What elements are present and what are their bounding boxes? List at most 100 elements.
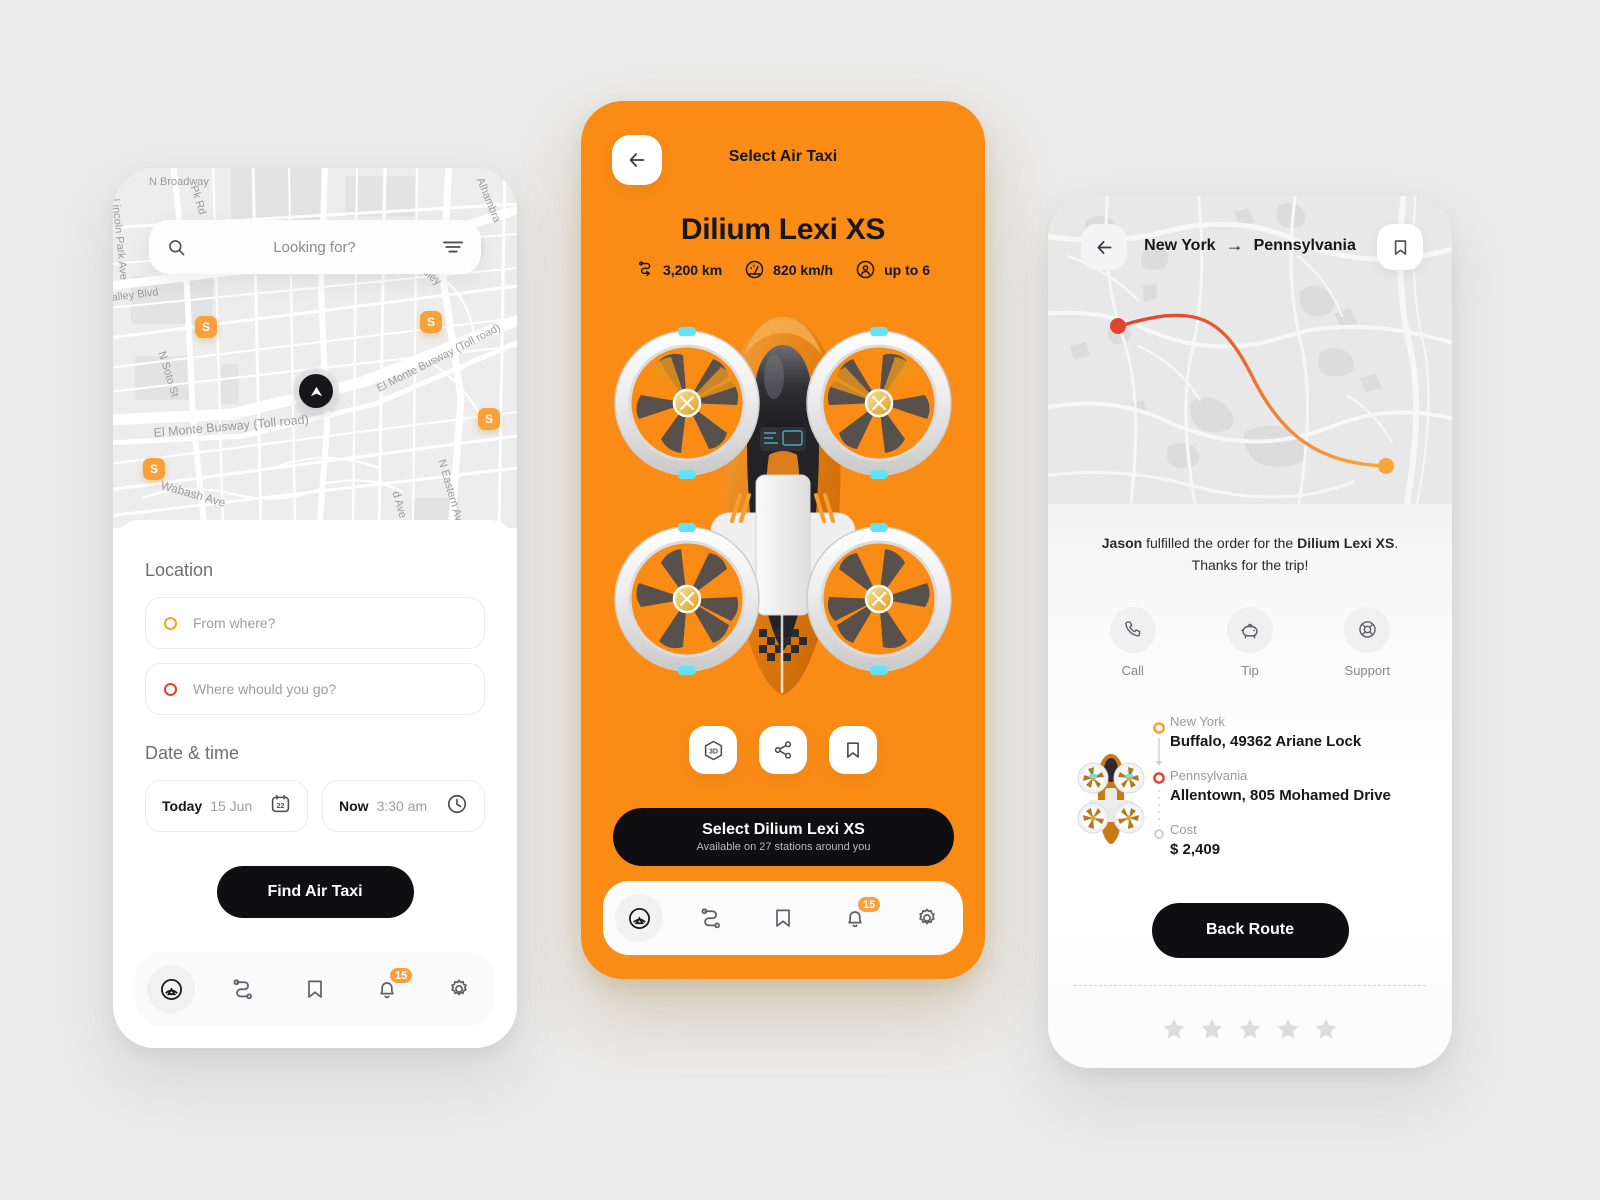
save-route-button[interactable] xyxy=(1377,224,1423,270)
notification-badge: 15 xyxy=(856,895,883,914)
map-canvas-search[interactable]: N Broadway Lincoln Park Ave Pk Rd Alhamb… xyxy=(113,168,517,528)
station-marker[interactable]: S xyxy=(478,408,500,430)
from-location-field[interactable]: From where? xyxy=(145,597,485,649)
nav-item-routes[interactable] xyxy=(687,894,735,942)
route-origin-marker xyxy=(1110,318,1126,334)
radar-home-icon xyxy=(628,907,650,929)
origin-state: New York xyxy=(1170,713,1225,729)
call-label: Call xyxy=(1121,662,1144,678)
nav-item-notifications[interactable]: 15 xyxy=(363,965,415,1013)
bookmark-button[interactable] xyxy=(829,726,877,774)
trip-info: New York Buffalo, 49362 Ariane Lock Penn… xyxy=(1170,714,1426,879)
rating-stars xyxy=(1074,1016,1426,1047)
call-action[interactable]: Call xyxy=(1109,606,1156,678)
spec-speed: 820 km/h xyxy=(744,259,833,280)
svg-text:22: 22 xyxy=(277,803,285,810)
support-action[interactable]: Support xyxy=(1344,606,1391,678)
rating-star[interactable] xyxy=(1275,1016,1301,1047)
notification-badge: 15 xyxy=(388,966,415,985)
share-button[interactable] xyxy=(759,726,807,774)
date-value: 15 Jun xyxy=(210,798,253,814)
origin-dot-icon xyxy=(164,616,177,630)
back-route-button[interactable]: Back Route xyxy=(1151,902,1349,958)
speedometer-icon xyxy=(745,260,764,279)
rating-star[interactable] xyxy=(1313,1016,1339,1047)
nav-item-saved[interactable] xyxy=(759,894,807,942)
nav-item-home[interactable] xyxy=(615,894,663,942)
spec-range-value: 3,200 km xyxy=(663,261,723,278)
phone-screen-search: N Broadway Lincoln Park Ave Pk Rd Alhamb… xyxy=(113,168,517,1048)
location-section-title: Location xyxy=(145,560,214,580)
spec-range: 3,200 km xyxy=(636,260,722,279)
calendar-icon[interactable]: 22 xyxy=(270,793,291,819)
route-icon xyxy=(233,978,252,999)
filter-icon[interactable] xyxy=(443,240,463,254)
trip-cost: Cost $ 2,409 xyxy=(1170,822,1426,858)
support-label: Support xyxy=(1344,662,1391,678)
find-air-taxi-button[interactable]: Find Air Taxi xyxy=(216,866,414,918)
nav-item-notifications[interactable]: 15 xyxy=(831,894,883,942)
canvas: N Broadway Lincoln Park Ave Pk Rd Alhamb… xyxy=(0,0,1600,1200)
clock-icon[interactable] xyxy=(446,793,468,820)
search-placeholder[interactable]: Looking for? xyxy=(186,239,443,256)
nav-item-saved[interactable] xyxy=(291,965,339,1013)
trip-header: New York → Pennsylvania xyxy=(1048,224,1452,278)
page-title: Select Air Taxi xyxy=(728,148,838,165)
time-label: Now xyxy=(339,798,369,814)
bookmark-icon xyxy=(308,980,322,998)
from-location-placeholder[interactable]: From where? xyxy=(193,615,275,631)
datetime-section-title: Date & time xyxy=(145,743,240,763)
passengers-icon xyxy=(856,260,875,279)
route-icon xyxy=(639,261,651,277)
tip-label: Tip xyxy=(1241,662,1259,678)
search-bar[interactable]: Looking for? xyxy=(149,220,481,274)
location-arrow-icon xyxy=(310,386,322,396)
rating-star[interactable] xyxy=(1237,1016,1263,1047)
gear-icon xyxy=(919,908,935,925)
cost-label: Cost xyxy=(1170,821,1197,837)
date-picker-chip[interactable]: Today 15 Jun 22 xyxy=(145,780,308,832)
trip-details: New York Buffalo, 49362 Ariane Lock Penn… xyxy=(1074,714,1426,879)
station-marker[interactable]: S xyxy=(143,458,165,480)
lifebuoy-icon xyxy=(1344,606,1391,653)
phone-icon xyxy=(1109,606,1156,653)
user-location-marker[interactable] xyxy=(299,374,333,408)
search-icon[interactable] xyxy=(167,238,186,257)
tip-action[interactable]: Tip xyxy=(1226,606,1273,678)
rating-star[interactable] xyxy=(1161,1016,1187,1047)
3d-view-icon: 3D xyxy=(704,740,722,760)
model-action-row: 3D xyxy=(581,726,985,774)
station-marker[interactable]: S xyxy=(195,316,217,338)
gear-icon xyxy=(451,979,467,996)
bookmark-icon xyxy=(847,742,859,758)
date-label: Today xyxy=(162,798,203,814)
destination-dot-icon xyxy=(164,682,177,696)
station-marker[interactable]: S xyxy=(420,311,442,333)
rating-star[interactable] xyxy=(1199,1016,1225,1047)
radar-home-icon xyxy=(160,978,182,1000)
svg-text:3D: 3D xyxy=(708,747,717,755)
select-model-button[interactable]: Select Dilium Lexi XS Available on 27 st… xyxy=(613,808,954,866)
message-model: Dilium Lexi XS xyxy=(1297,535,1395,551)
time-picker-chip[interactable]: Now 3:30 am xyxy=(322,780,485,832)
view-3d-button[interactable]: 3D xyxy=(689,726,737,774)
time-value: 3:30 am xyxy=(376,798,428,814)
quick-action-row: Call Tip Support xyxy=(1074,606,1426,678)
trip-message: Jason fulfilled the order for the Dilium… xyxy=(1074,532,1426,577)
to-location-placeholder[interactable]: Where whould you go? xyxy=(193,681,336,697)
to-location-field[interactable]: Where whould you go? xyxy=(145,663,485,715)
share-icon xyxy=(774,741,792,759)
phone-screen-select: Select Air Taxi Dilium Lexi XS 3,200 km xyxy=(581,101,985,979)
cost-value: $ 2,409 xyxy=(1170,840,1221,858)
drone-illustration xyxy=(614,317,952,695)
spec-capacity: up to 6 xyxy=(855,259,930,280)
nav-item-settings[interactable] xyxy=(435,965,483,1013)
divider xyxy=(1074,984,1426,986)
message-thanks: Thanks for the trip! xyxy=(1191,557,1309,574)
select-model-subtitle: Available on 27 stations around you xyxy=(696,841,871,853)
nav-item-settings[interactable] xyxy=(903,894,951,942)
nav-item-home[interactable] xyxy=(147,965,195,1013)
nav-item-routes[interactable] xyxy=(219,965,267,1013)
bookmark-icon xyxy=(1394,239,1406,255)
spec-row: 3,200 km 820 km/h up to 6 xyxy=(581,259,985,280)
